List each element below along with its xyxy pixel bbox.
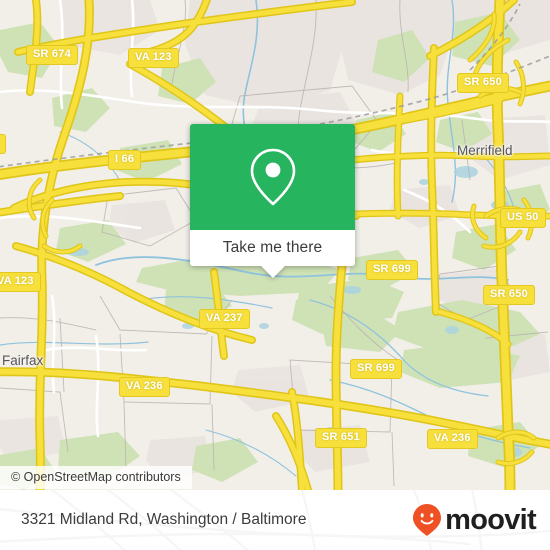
address-label: 3321 Midland Rd, Washington / Baltimore bbox=[21, 511, 307, 528]
location-popup-card[interactable]: Take me there bbox=[190, 124, 355, 278]
popup-pointer bbox=[260, 266, 285, 278]
road-shield: SR 699 bbox=[350, 359, 402, 379]
road-shield: VA 236 bbox=[427, 429, 478, 449]
road-shield: SR 674 bbox=[26, 45, 78, 65]
moovit-smiley-pin-icon bbox=[413, 504, 442, 536]
map-canvas[interactable]: SR 674 VA 123 SR 650 I 66 US 50 VA 123 S… bbox=[0, 0, 550, 490]
road-shield: VA 236 bbox=[119, 377, 170, 397]
moovit-logo[interactable]: moovit bbox=[412, 503, 537, 537]
road-shield: US 50 bbox=[500, 208, 546, 228]
road-shield: VA 237 bbox=[199, 309, 250, 329]
map-pin-icon bbox=[250, 148, 295, 206]
road-shield: SR 699 bbox=[366, 260, 418, 280]
popup-footer[interactable]: Take me there bbox=[190, 230, 355, 278]
road-shield: I 66 bbox=[108, 150, 142, 170]
road-shield: 5 bbox=[0, 134, 7, 154]
road-shield: VA 123 bbox=[128, 48, 179, 68]
place-label-merrifield: Merrifield bbox=[457, 143, 513, 158]
road-shield: SR 650 bbox=[483, 285, 535, 305]
osm-attribution[interactable]: © OpenStreetMap contributors bbox=[0, 466, 192, 489]
road-shield: VA 123 bbox=[0, 272, 41, 292]
popup-body bbox=[190, 124, 355, 230]
place-label-fairfax: Fairfax bbox=[2, 353, 44, 368]
road-shield: SR 650 bbox=[457, 73, 509, 93]
take-me-there-label: Take me there bbox=[222, 239, 323, 256]
footer-bar: 3321 Midland Rd, Washington / Baltimore … bbox=[0, 490, 550, 550]
road-shield: SR 651 bbox=[315, 428, 367, 448]
moovit-map-screenshot: SR 674 VA 123 SR 650 I 66 US 50 VA 123 S… bbox=[0, 0, 550, 550]
moovit-wordmark: moovit bbox=[445, 503, 537, 536]
